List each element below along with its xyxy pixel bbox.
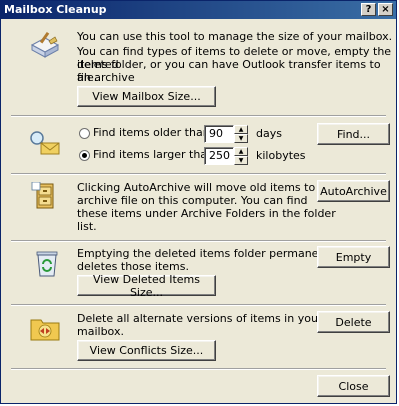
find-button[interactable]: Find... — [317, 123, 390, 145]
archive-cabinet-icon — [31, 182, 54, 209]
older-than-radio[interactable] — [79, 128, 90, 139]
archive-line-3: these items under Archive Folders in the… — [77, 207, 336, 220]
close-window-button[interactable]: × — [378, 3, 393, 16]
larger-than-label: Find items larger than — [93, 148, 215, 161]
older-than-label: Find items older than — [93, 126, 210, 139]
deleted-line-1: Emptying the deleted items folder perman… — [77, 247, 340, 260]
intro-line-4: file. — [77, 71, 98, 84]
conflicts-folder-icon — [30, 319, 60, 341]
find-items-icon — [30, 131, 60, 155]
older-than-unit: days — [256, 127, 282, 140]
separator — [11, 173, 386, 175]
delete-button[interactable]: Delete — [317, 311, 390, 333]
older-than-spinner[interactable]: 90 ▲ ▼ — [204, 125, 248, 143]
empty-button[interactable]: Empty — [317, 246, 390, 268]
separator — [11, 304, 386, 306]
mailbox-cleanup-icon — [30, 31, 60, 58]
spin-down-arrow-icon[interactable]: ▼ — [234, 134, 248, 143]
view-deleted-items-size-button[interactable]: View Deleted Items Size... — [77, 273, 216, 299]
larger-than-spinner[interactable]: 250 ▲ ▼ — [204, 147, 248, 165]
recycle-bin-icon — [36, 251, 58, 277]
close-button[interactable]: Close — [317, 375, 390, 397]
older-than-input[interactable]: 90 — [204, 125, 234, 143]
conflicts-line-1: Delete all alternate versions of items i… — [77, 312, 323, 325]
view-mailbox-size-button[interactable]: View Mailbox Size... — [77, 86, 216, 107]
mailbox-cleanup-dialog: Mailbox Cleanup ? × You can use this too… — [0, 0, 397, 404]
spin-down-arrow-icon[interactable]: ▼ — [234, 156, 248, 165]
spin-up-arrow-icon[interactable]: ▲ — [234, 147, 248, 156]
larger-than-radio[interactable] — [79, 150, 90, 161]
spin-up-arrow-icon[interactable]: ▲ — [234, 125, 248, 134]
window-title: Mailbox Cleanup — [4, 3, 107, 16]
intro-line-1: You can use this tool to manage the size… — [77, 30, 393, 43]
separator — [11, 240, 386, 242]
conflicts-line-2: mailbox. — [77, 325, 124, 338]
intro-line-3: items folder, or you can have Outlook tr… — [77, 58, 381, 84]
title-bar[interactable]: Mailbox Cleanup ? × — [1, 1, 396, 19]
radio-selected-dot — [82, 153, 87, 158]
larger-than-unit: kilobytes — [256, 149, 306, 162]
archive-line-1: Clicking AutoArchive will move old items… — [77, 181, 337, 194]
separator — [11, 368, 386, 370]
autoarchive-button[interactable]: AutoArchive — [317, 180, 390, 202]
help-button[interactable]: ? — [361, 3, 376, 16]
larger-than-input[interactable]: 250 — [204, 147, 234, 165]
view-conflicts-size-button[interactable]: View Conflicts Size... — [77, 340, 216, 361]
archive-line-4: list. — [77, 220, 97, 233]
separator — [11, 115, 386, 117]
archive-line-2: archive file on this computer. You can f… — [77, 194, 308, 207]
